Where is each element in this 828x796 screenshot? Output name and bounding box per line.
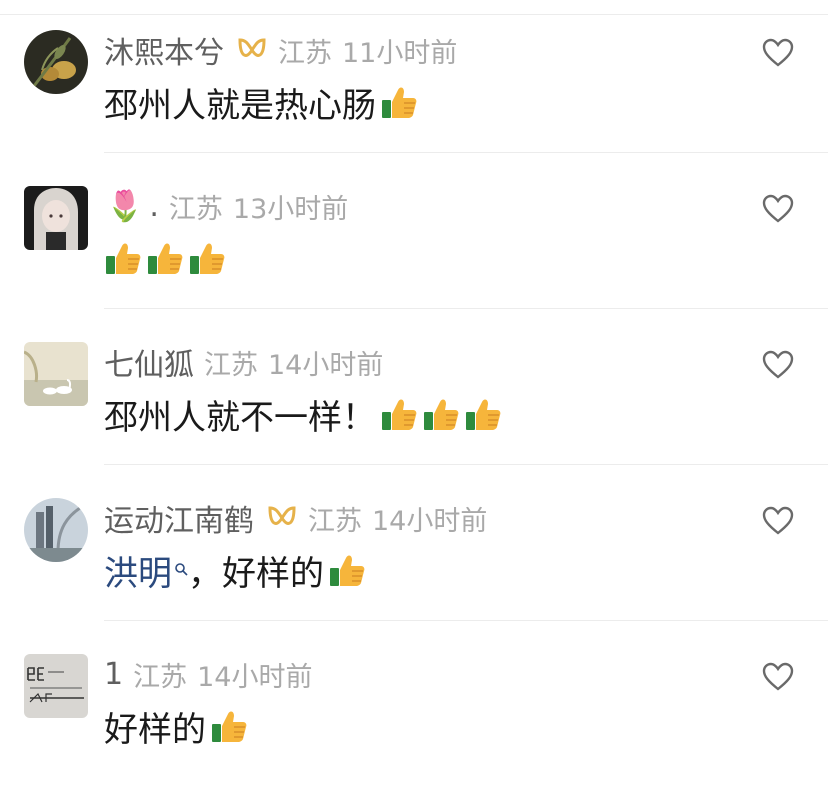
search-icon[interactable]	[174, 560, 188, 581]
avatar[interactable]	[24, 30, 88, 94]
divider	[104, 308, 828, 309]
heart-outline-icon[interactable]	[762, 350, 794, 380]
username[interactable]: 1	[104, 657, 123, 692]
thumbs-up-emoji	[190, 243, 225, 274]
username[interactable]: 七仙狐	[104, 340, 194, 384]
username[interactable]: 运动江南鹤	[104, 496, 254, 540]
ribbon-badge-icon	[236, 36, 268, 64]
avatar[interactable]	[24, 186, 88, 250]
comment-meta: 1 江苏 14小时前	[104, 654, 312, 694]
divider	[104, 464, 828, 465]
thumbs-up-emoji	[212, 711, 247, 742]
comment-meta: 沐熙本兮 江苏 11小时前	[104, 28, 458, 72]
region: 江苏	[204, 349, 258, 381]
thumbs-up-emoji	[106, 243, 141, 274]
avatar[interactable]	[24, 498, 88, 562]
comment-item: 运动江南鹤 江苏 14小时前 洪明 ，好样的	[0, 484, 828, 640]
heart-outline-icon[interactable]	[762, 38, 794, 68]
timestamp: 11小时前	[342, 37, 458, 69]
comment-text: 邳州人就不一样！	[104, 392, 502, 438]
comment-item: 1 江苏 14小时前 好样的	[0, 640, 828, 796]
timestamp: 13小时前	[232, 193, 349, 225]
comment-text: 洪明 ，好样的	[104, 546, 366, 595]
heart-outline-icon[interactable]	[762, 506, 794, 536]
comment-body: 邳州人就不一样！	[104, 397, 376, 438]
thumbs-up-emoji	[148, 243, 183, 274]
comment-item: 沐熙本兮 江苏 11小时前 邳州人就是热心肠	[0, 16, 828, 172]
comment-text: 好样的	[104, 704, 248, 750]
username[interactable]: .	[149, 189, 159, 224]
comment-meta: 七仙狐 江苏 14小时前	[104, 340, 384, 384]
ribbon-badge-icon	[266, 504, 298, 532]
comment-body: ，好样的	[188, 553, 324, 594]
comment-item: 🌷 . 江苏 13小时前	[0, 172, 828, 328]
divider	[104, 620, 828, 621]
thumbs-up-emoji	[382, 87, 417, 118]
avatar[interactable]	[24, 342, 88, 406]
heart-outline-icon[interactable]	[762, 662, 794, 692]
comment-body: 邳州人就是热心肠	[104, 85, 376, 126]
heart-outline-icon[interactable]	[762, 194, 794, 224]
comment-text: 邳州人就是热心肠	[104, 80, 418, 126]
thumbs-up-emoji	[466, 399, 501, 430]
avatar[interactable]	[24, 654, 88, 718]
tulip-emoji: 🌷	[106, 188, 144, 224]
thumbs-up-emoji	[424, 399, 459, 430]
timestamp: 14小时前	[372, 505, 488, 537]
region: 江苏	[168, 193, 223, 225]
timestamp: 14小时前	[197, 661, 313, 693]
region: 江苏	[278, 37, 332, 69]
comment-item: 七仙狐 江苏 14小时前 邳州人就不一样！	[0, 328, 828, 484]
thumbs-up-emoji	[330, 555, 365, 586]
comment-meta: 🌷 . 江苏 13小时前	[104, 186, 348, 226]
mention-link[interactable]: 洪明	[104, 546, 172, 595]
thumbs-up-emoji	[382, 399, 417, 430]
comment-meta: 运动江南鹤 江苏 14小时前	[104, 496, 488, 540]
username[interactable]: 沐熙本兮	[104, 28, 224, 72]
region: 江苏	[308, 505, 362, 537]
comment-body: 好样的	[104, 709, 206, 750]
top-divider	[0, 14, 828, 15]
region: 江苏	[133, 661, 188, 693]
comment-text	[104, 236, 226, 280]
divider	[104, 152, 828, 153]
timestamp: 14小时前	[268, 349, 384, 381]
